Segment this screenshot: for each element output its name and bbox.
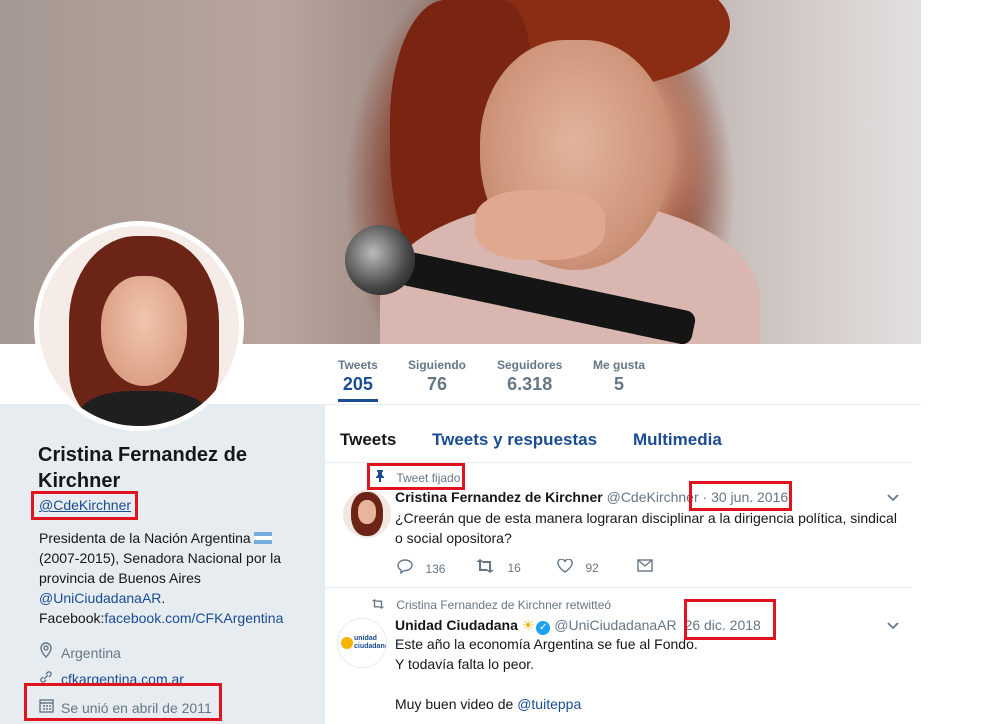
bio-line: (2007-2015), Senadora Nacional por la [39,550,282,566]
tweet-author-name[interactable]: Unidad Ciudadana [395,617,518,633]
tweet-line: Y todavía falta lo peor. [395,656,535,672]
tweet-line: Muy buen video de [395,696,518,712]
argentina-flag-icon [253,532,272,544]
like-count: 92 [585,561,599,575]
timeline: Tweets Tweets y respuestas Multimedia Tw… [325,414,912,724]
bio-fb-prefix: Facebook: [39,610,105,626]
timeline-tabs: Tweets Tweets y respuestas Multimedia [325,414,912,463]
reply-icon [397,559,417,578]
retweet-context-label: Cristina Fernandez de Kirchner retwitteó [396,598,612,612]
highlight-box [689,481,792,511]
bio-mention-link[interactable]: @UniCiudadanaAR [39,590,161,606]
avatar-logo-text: unidad ciudadana [354,635,387,650]
tweet-divider [325,587,912,588]
retweet-small-icon [371,598,388,612]
tweet-screen-name[interactable]: @CdeKirchner [607,489,699,505]
stat-value: 76 [426,374,448,394]
avatar[interactable] [34,221,244,431]
tweet-avatar[interactable]: unidad ciudadana [337,618,387,668]
location-pin-icon [39,642,55,661]
stat-label: Tweets [338,358,378,372]
profile-location: Argentina [39,642,121,661]
chevron-down-icon[interactable] [886,618,900,634]
retweet-indicator: Cristina Fernandez de Kirchner retwitteó [371,598,611,612]
stat-following[interactable]: Siguiendo 76 [408,358,466,395]
envelope-icon [637,559,653,576]
stat-likes[interactable]: Me gusta 5 [593,358,645,395]
tab-media[interactable]: Multimedia [633,430,722,450]
stat-tweets[interactable]: Tweets 205 [338,358,378,402]
stat-value: 205 [342,374,373,394]
tweet-avatar[interactable] [343,490,391,538]
direct-message-action[interactable] [637,559,661,577]
retweet-action[interactable]: 16 [475,559,521,578]
profile-name: Cristina Fernandez de Kirchner [38,444,247,492]
bio-line: provincia de Buenos Aires [39,570,201,586]
stat-label: Siguiendo [408,358,466,372]
chevron-down-icon[interactable] [886,490,900,506]
stat-label: Me gusta [593,358,646,372]
retweet-icon [475,559,499,577]
verified-badge-icon: ✓ [536,621,551,635]
tweet-line: Este año la economía Argentina se fue al… [395,636,698,652]
profile-bio: Presidenta de la Nación Argentina (2007-… [39,528,294,628]
sun-logo-icon [341,637,353,649]
like-action[interactable]: 92 [557,558,599,578]
tweet-screen-name[interactable]: @UniCiudadanaAR [554,617,676,633]
highlight-box [684,599,776,640]
bio-period: . [161,590,166,606]
highlight-box [31,491,138,520]
microphone-image [345,225,415,295]
tweet-author-name[interactable]: Cristina Fernandez de Kirchner [395,489,603,505]
highlight-box [24,683,222,721]
highlight-box [367,463,465,490]
stat-value: 5 [614,374,625,394]
tweet-text: ¿Creerán que de esta manera lograran dis… [395,510,897,546]
bio-facebook-link[interactable]: facebook.com/CFKArgentina [104,610,283,626]
reply-count: 136 [425,562,446,576]
heart-icon [557,558,577,577]
stat-label: Seguidores [497,358,563,372]
stat-followers[interactable]: Seguidores 6.318 [497,358,562,395]
stat-value: 6.318 [507,374,553,394]
tweet-mention-link[interactable]: @tuiteppa [517,696,581,712]
link-icon [39,670,55,684]
retweet-count: 16 [507,561,521,575]
location-text: Argentina [61,645,121,661]
bio-line: Presidenta de la Nación Argentina [39,530,251,546]
reply-action[interactable]: 136 [397,559,445,579]
tab-tweets-and-replies[interactable]: Tweets y respuestas [432,430,597,450]
tweet-text: Este año la economía Argentina se fue al… [395,634,905,714]
profile-website[interactable]: cfkargentina.com.ar [39,670,184,684]
tab-tweets[interactable]: Tweets [340,430,396,450]
sun-emoji: ☀ [521,617,535,633]
